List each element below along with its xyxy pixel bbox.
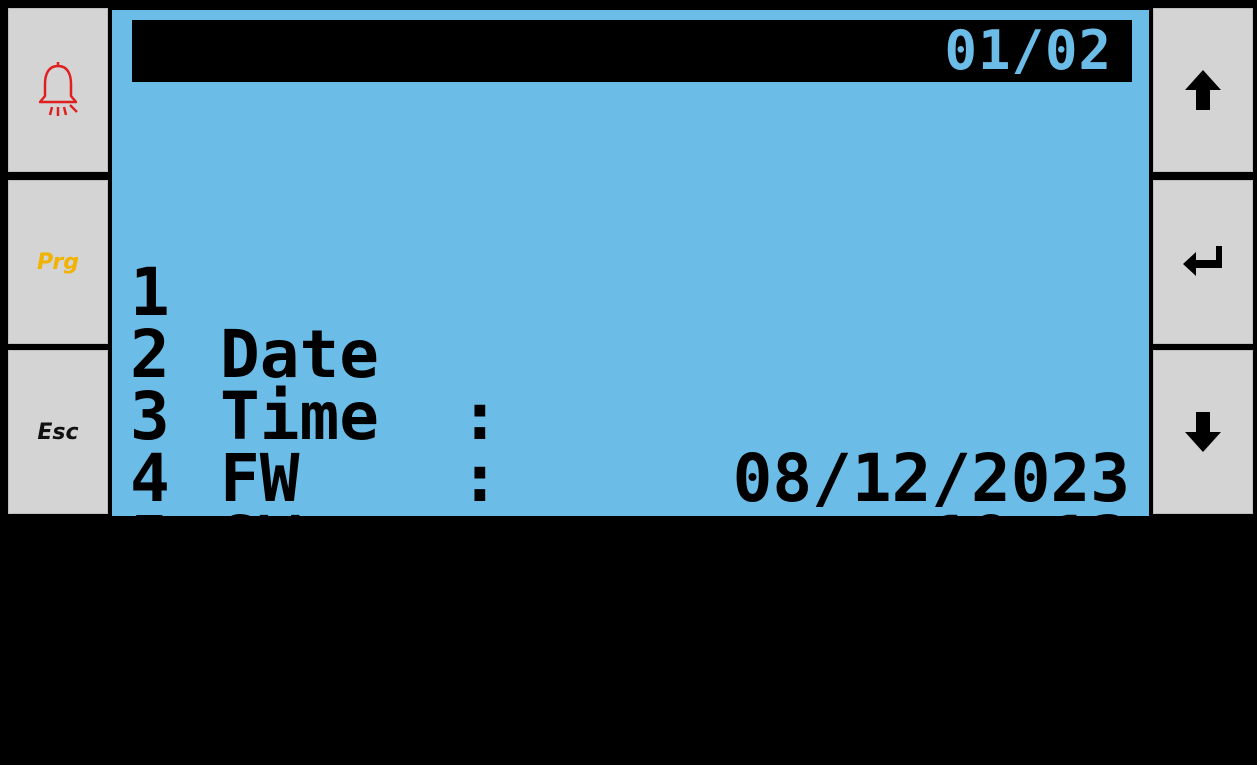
page-indicator: 01/02 bbox=[944, 19, 1112, 82]
settings-list: 1 Date : 08/12/2023 2 Time : 18:13 3 FW … bbox=[130, 200, 1130, 698]
screen-title: DISPLAY SETUP bbox=[341, 81, 777, 144]
screen-title-bar: DISPLAY SETUP 01/02 bbox=[132, 19, 1132, 144]
left-button-column: Prg Esc bbox=[8, 8, 108, 514]
esc-button[interactable]: Esc bbox=[8, 350, 108, 514]
alarm-button[interactable] bbox=[8, 8, 108, 172]
arrow-up-icon bbox=[1181, 67, 1225, 113]
bell-icon bbox=[35, 60, 81, 120]
down-button[interactable] bbox=[1153, 350, 1253, 514]
list-item-date[interactable]: 1 Date : 08/12/2023 bbox=[130, 200, 1130, 512]
row-number: 5 bbox=[130, 502, 170, 579]
list-item-time[interactable]: 2 Time : 18:13 bbox=[130, 262, 1130, 574]
device-frame: Prg Esc DISPLAY SETUP 01/02 1 Date : 08/… bbox=[0, 0, 1257, 698]
prg-button-label: Prg bbox=[36, 249, 80, 275]
enter-icon bbox=[1180, 242, 1226, 282]
list-item-fw[interactable]: 3 FW : 04.08.003 bbox=[130, 324, 1130, 636]
up-button[interactable] bbox=[1153, 8, 1253, 172]
row-value: 01.02.001R bbox=[540, 626, 938, 703]
list-item-sw[interactable]: 4 SW : 01.02.001R bbox=[130, 386, 1130, 698]
esc-button-label: Esc bbox=[37, 419, 79, 445]
right-button-column bbox=[1153, 8, 1253, 514]
prg-button[interactable]: Prg bbox=[8, 180, 108, 344]
row-value: 04.08.003 bbox=[540, 564, 898, 641]
row-value: 18:13 bbox=[931, 502, 1130, 579]
lcd-screen: DISPLAY SETUP 01/02 1 Date : 08/12/2023 … bbox=[112, 10, 1149, 698]
enter-button[interactable] bbox=[1153, 180, 1253, 344]
arrow-down-icon bbox=[1181, 409, 1225, 455]
list-item-5[interactable]: 5 bbox=[130, 448, 1130, 574]
